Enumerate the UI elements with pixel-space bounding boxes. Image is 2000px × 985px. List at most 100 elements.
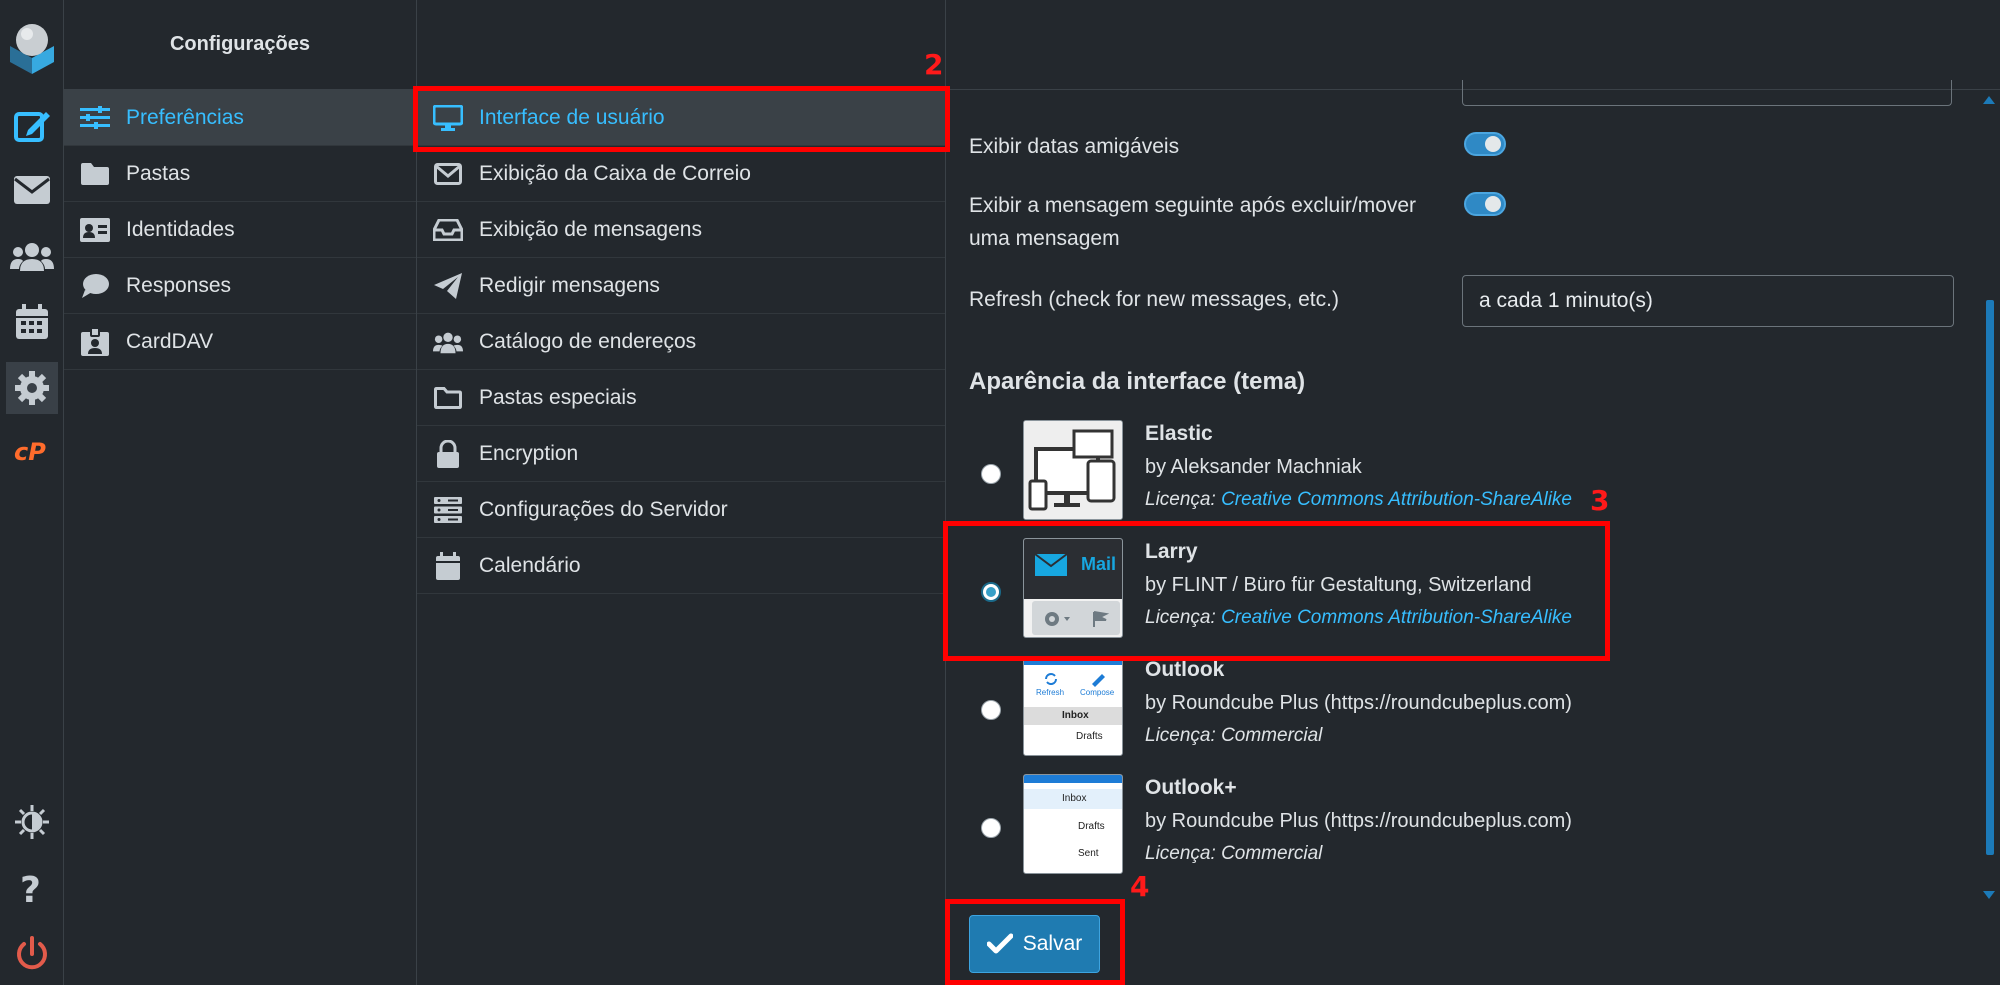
section-item-label: Configurações do Servidor — [479, 497, 728, 521]
settings-item-folders[interactable]: Pastas — [64, 146, 416, 202]
scroll-down-arrow[interactable] — [1983, 891, 1995, 899]
theme-option-elastic[interactable]: Elastic by Aleksander Machniak Licença: … — [946, 420, 1946, 532]
settings-column: Configurações Preferências Pastas Identi… — [64, 0, 417, 985]
settings-item-label: Pastas — [126, 161, 191, 185]
outlook-plus-thumb-inbox: Inbox — [1062, 793, 1087, 804]
theme-option-larry[interactable]: Mail Larry by FLINT / Büro für Gestaltun… — [946, 538, 1946, 650]
section-item-label: Encryption — [479, 441, 579, 465]
larry-thumb-mail: Mail — [1081, 554, 1117, 574]
theme-option-outlook[interactable]: Refresh Compose Inbox Drafts Outlook by … — [946, 656, 1946, 768]
scrolled-input-field[interactable] — [1462, 80, 1952, 106]
calendar-icon[interactable] — [6, 296, 58, 348]
outlook-thumbnail: Refresh Compose Inbox Drafts — [1023, 656, 1123, 756]
svg-text:cP: cP — [14, 438, 46, 466]
folder-icon — [80, 161, 110, 187]
theme-author: by Roundcube Plus (https://roundcubeplus… — [1145, 692, 1572, 714]
sections-header — [417, 0, 945, 90]
outlook-thumb-compose: Compose — [1080, 688, 1115, 697]
envelope-icon — [433, 161, 463, 187]
sliders-icon — [80, 105, 110, 131]
refresh-compose-icons — [1045, 673, 1105, 687]
content-scrollbar[interactable] — [1978, 90, 2000, 905]
section-item-label: Redigir mensagens — [479, 273, 660, 297]
settings-item-identities[interactable]: Identidades — [64, 202, 416, 258]
annotation-number-3: 3 — [1590, 484, 1610, 517]
section-item-addressbook[interactable]: Catálogo de endereços — [417, 314, 945, 370]
settings-item-label: Responses — [126, 273, 232, 297]
comment-icon — [80, 273, 110, 299]
app-window: cP ? Configurações Preferências Pastas I… — [0, 0, 2000, 985]
save-button[interactable]: Salvar — [969, 915, 1100, 973]
elastic-thumbnail — [1023, 420, 1123, 520]
contacts-icon[interactable] — [6, 230, 58, 282]
license-link[interactable]: Creative Commons Attribution-ShareAlike — [1221, 607, 1572, 628]
refresh-label: Refresh (check for new messages, etc.) — [969, 288, 1339, 311]
compose-icon[interactable] — [6, 100, 58, 152]
outlook-thumb-refresh: Refresh — [1036, 688, 1065, 697]
section-item-label: Calendário — [479, 553, 581, 577]
folder-outline-icon — [433, 385, 463, 411]
outlook-plus-thumb-bar — [1024, 775, 1122, 783]
theme-license: Licença: Commercial — [1145, 725, 1322, 747]
scroll-thumb[interactable] — [1986, 300, 1994, 855]
refresh-select[interactable]: a cada 1 minuto(s) — [1462, 275, 1954, 327]
section-item-label: Exibição da Caixa de Correio — [479, 161, 751, 185]
next-message-toggle[interactable] — [1464, 192, 1506, 216]
license-link[interactable]: Creative Commons Attribution-ShareAlike — [1221, 489, 1572, 510]
license-prefix: Licença: — [1145, 607, 1216, 628]
theme-radio-larry[interactable] — [981, 582, 1001, 602]
theme-license: Licença: Creative Commons Attribution-Sh… — [1145, 607, 1572, 629]
theme-option-outlook-plus[interactable]: Inbox Drafts Sent Outlook+ by Roundcube … — [946, 774, 1946, 886]
section-item-special-folders[interactable]: Pastas especiais — [417, 370, 945, 426]
friendly-dates-toggle[interactable] — [1464, 132, 1506, 156]
section-item-user-interface[interactable]: Interface de usuário — [417, 90, 945, 146]
help-icon[interactable]: ? — [6, 862, 58, 914]
theme-name: Larry — [1145, 540, 1198, 563]
license-name: Commercial — [1221, 725, 1323, 746]
section-item-encryption[interactable]: Encryption — [417, 426, 945, 482]
outlook-thumb-bar — [1024, 657, 1122, 665]
roundcube-logo[interactable] — [4, 18, 60, 74]
next-message-label: Exibir a mensagem seguinte após excluir/… — [969, 194, 1417, 250]
section-item-mailbox-view[interactable]: Exibição da Caixa de Correio — [417, 146, 945, 202]
settings-title: Configurações — [64, 0, 416, 90]
friendly-dates-label: Exibir datas amigáveis — [969, 135, 1180, 158]
svg-text:?: ? — [20, 870, 41, 906]
outlook-thumb-drafts: Drafts — [1076, 731, 1103, 742]
monitor-icon — [433, 104, 463, 131]
section-item-message-display[interactable]: Exibição de mensagens — [417, 202, 945, 258]
theme-radio-outlook-plus[interactable] — [981, 818, 1001, 838]
section-item-compose[interactable]: Redigir mensagens — [417, 258, 945, 314]
logout-power-icon[interactable] — [6, 928, 58, 980]
sections-column: Interface de usuário Exibição da Caixa d… — [417, 0, 946, 985]
scroll-up-arrow[interactable] — [1983, 96, 1995, 104]
cpanel-icon[interactable]: cP — [6, 426, 58, 478]
gear-icon — [1045, 611, 1110, 627]
settings-item-preferences[interactable]: Preferências — [64, 90, 416, 146]
section-item-calendar[interactable]: Calendário — [417, 538, 945, 594]
license-name: Commercial — [1221, 843, 1323, 864]
settings-item-carddav[interactable]: CardDAV — [64, 314, 416, 370]
theme-brightness-icon[interactable] — [6, 796, 58, 848]
section-item-label: Catálogo de endereços — [479, 329, 697, 353]
section-item-label: Interface de usuário — [479, 105, 665, 129]
preferences-content: Exibir datas amigáveis Exibir a mensagem… — [946, 0, 2000, 985]
theme-radio-outlook[interactable] — [981, 700, 1001, 720]
section-item-server-settings[interactable]: Configurações do Servidor — [417, 482, 945, 538]
theme-radio-elastic[interactable] — [981, 464, 1001, 484]
outlook-plus-thumb-drafts: Drafts — [1078, 821, 1105, 832]
settings-item-responses[interactable]: Responses — [64, 258, 416, 314]
server-icon — [433, 496, 463, 523]
calendar-icon — [433, 551, 463, 580]
envelope-icon — [1034, 553, 1068, 576]
annotation-number-2: 2 — [924, 48, 944, 81]
theme-name: Outlook — [1145, 658, 1225, 681]
theme-author: by Roundcube Plus (https://roundcubeplus… — [1145, 810, 1572, 832]
section-item-label: Pastas especiais — [479, 385, 637, 409]
license-prefix: Licença: — [1145, 843, 1216, 864]
contact-badge-icon — [80, 327, 110, 356]
mail-icon[interactable] — [6, 164, 58, 216]
settings-gear-icon[interactable] — [6, 362, 58, 414]
icon-rail: cP ? — [0, 0, 64, 985]
theme-author: by Aleksander Machniak — [1145, 456, 1362, 478]
